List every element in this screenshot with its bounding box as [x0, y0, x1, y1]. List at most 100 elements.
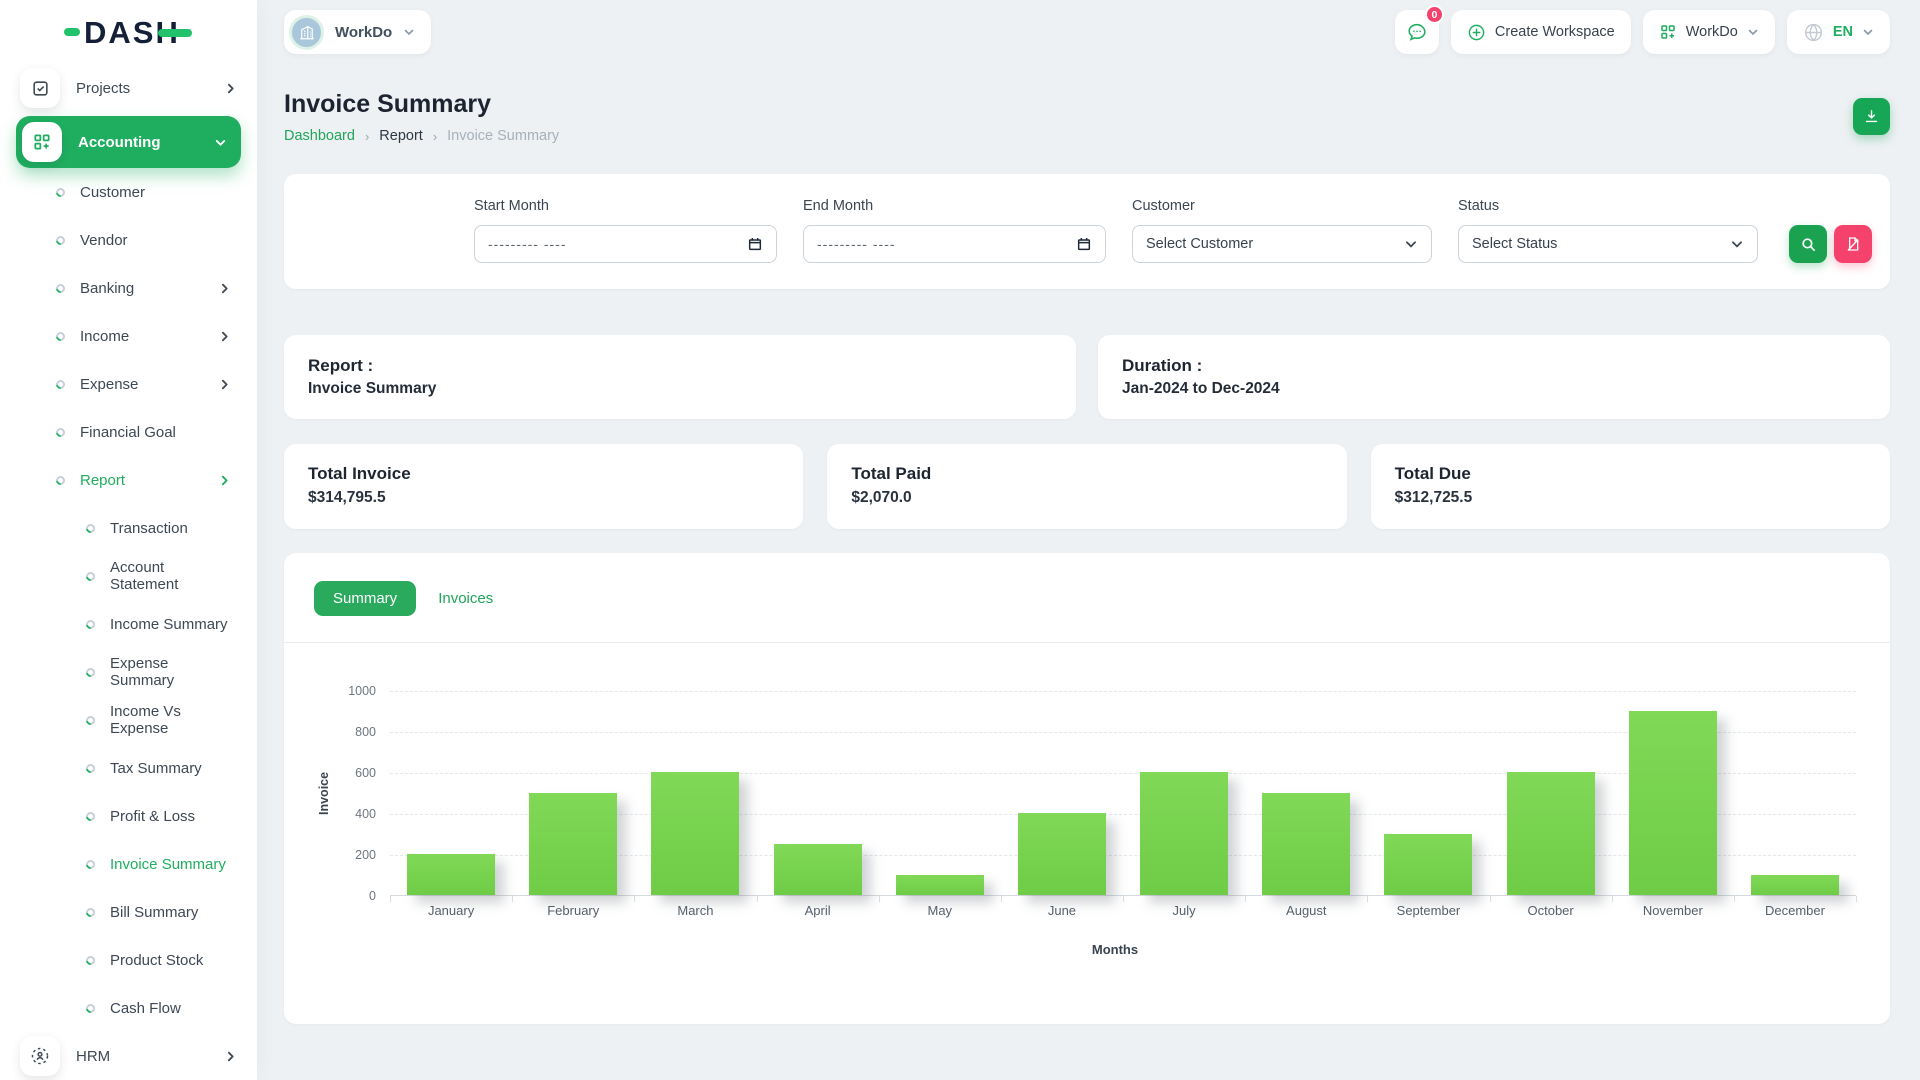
start-month-input[interactable]: --------- ---- — [474, 225, 777, 263]
y-tick-label: 1000 — [348, 684, 376, 698]
sidebar-item-tax-summary[interactable]: Tax Summary — [0, 744, 257, 792]
account-menu[interactable]: WorkDo — [1643, 10, 1775, 54]
bar-december[interactable] — [1751, 875, 1839, 896]
total-invoice-value: $314,795.5 — [308, 489, 779, 507]
sidebar-item-account-statement[interactable]: Account Statement — [0, 552, 257, 600]
filter-buttons — [1789, 225, 1872, 263]
bar-february[interactable] — [529, 793, 617, 896]
customer-select[interactable]: Select Customer — [1132, 225, 1432, 263]
chart-plot-wrap: 02004006008001000 JanuaryFebruaryMarchAp… — [334, 691, 1860, 896]
apply-filter-button[interactable] — [1789, 225, 1827, 263]
tabs-divider — [284, 642, 1890, 643]
chart-tabs: Summary Invoices — [314, 581, 1860, 616]
x-tick-label: March — [634, 903, 756, 918]
bar-may[interactable] — [896, 875, 984, 896]
sidebar-item-report[interactable]: Report — [0, 456, 257, 504]
sidebar-item-expense[interactable]: Expense — [0, 360, 257, 408]
stats-row: Total Invoice $314,795.5 Total Paid $2,0… — [284, 444, 1890, 529]
bar-january[interactable] — [407, 854, 495, 895]
breadcrumb-invoice-summary: Invoice Summary — [447, 128, 559, 144]
chart-column-june — [1001, 691, 1123, 895]
sidebar-item-profit-loss[interactable]: Profit & Loss — [0, 792, 257, 840]
bar-august[interactable] — [1262, 793, 1350, 896]
breadcrumb-dashboard[interactable]: Dashboard — [284, 128, 355, 144]
bar-september[interactable] — [1384, 834, 1472, 896]
sidebar-item-transaction[interactable]: Transaction — [0, 504, 257, 552]
sidebar-item-banking[interactable]: Banking — [0, 264, 257, 312]
sidebar-item-label: Expense Summary — [110, 655, 231, 689]
top-bar: WorkDo 0 Create Workspace — [284, 0, 1890, 64]
chart-column-april — [757, 691, 879, 895]
sidebar-item-label: Accounting — [78, 134, 161, 151]
tab-summary[interactable]: Summary — [314, 581, 416, 616]
sidebar-item-projects[interactable]: Projects — [0, 64, 257, 112]
grid-plus-icon — [1659, 23, 1677, 41]
breadcrumb-report[interactable]: Report — [379, 128, 423, 144]
chart-x-axis-title: Months — [314, 942, 1860, 957]
chevron-right-icon — [218, 474, 231, 487]
customer-label: Customer — [1132, 198, 1432, 214]
plus-circle-icon — [1467, 23, 1486, 42]
sidebar-item-financial-goal[interactable]: Financial Goal — [0, 408, 257, 456]
workspace-avatar — [289, 15, 324, 50]
language-label: EN — [1833, 24, 1853, 40]
breadcrumb-separator: › — [433, 129, 437, 144]
reset-filter-button[interactable] — [1834, 225, 1872, 263]
chevron-right-icon — [224, 82, 237, 95]
sidebar-item-bill-summary[interactable]: Bill Summary — [0, 888, 257, 936]
bullet-icon — [84, 618, 97, 631]
search-icon — [1800, 236, 1817, 253]
create-workspace-button[interactable]: Create Workspace — [1451, 10, 1631, 54]
chart-column-september — [1367, 691, 1489, 895]
duration-card: Duration : Jan-2024 to Dec-2024 — [1098, 335, 1890, 419]
x-tick-label: August — [1245, 903, 1367, 918]
sidebar-item-customer[interactable]: Customer — [0, 168, 257, 216]
sidebar-item-label: Projects — [76, 80, 130, 97]
sidebar-item-label: Customer — [80, 184, 145, 201]
bar-april[interactable] — [774, 844, 862, 895]
bullet-icon — [84, 762, 97, 775]
y-tick-label: 400 — [355, 807, 376, 821]
workspace-selector[interactable]: WorkDo — [284, 10, 431, 54]
y-tick-label: 800 — [355, 725, 376, 739]
bar-july[interactable] — [1140, 772, 1228, 895]
x-tick-label: June — [1001, 903, 1123, 918]
bar-november[interactable] — [1629, 711, 1717, 896]
language-selector[interactable]: EN — [1787, 10, 1890, 54]
sidebar-item-cash-flow[interactable]: Cash Flow — [0, 984, 257, 1032]
sidebar-item-invoice-summary[interactable]: Invoice Summary — [0, 840, 257, 888]
chevron-right-icon — [224, 1050, 237, 1063]
sidebar-item-product-stock[interactable]: Product Stock — [0, 936, 257, 984]
invoice-chart: Invoice 02004006008001000 JanuaryFebruar… — [314, 691, 1860, 896]
bar-october[interactable] — [1507, 772, 1595, 895]
chart-column-december — [1734, 691, 1856, 895]
chat-bubble-icon — [1406, 21, 1428, 43]
sidebar-item-vendor[interactable]: Vendor — [0, 216, 257, 264]
app-logo[interactable]: DASH — [0, 0, 257, 64]
bar-june[interactable] — [1018, 813, 1106, 895]
sidebar-item-label: Invoice Summary — [110, 856, 226, 873]
sidebar-item-hrm[interactable]: HRM — [0, 1032, 257, 1080]
status-select[interactable]: Select Status — [1458, 225, 1758, 263]
sidebar-item-expense-summary[interactable]: Expense Summary — [0, 648, 257, 696]
end-month-input[interactable]: --------- ---- — [803, 225, 1106, 263]
bullet-icon — [54, 282, 67, 295]
bar-march[interactable] — [651, 772, 739, 895]
chart-plot — [390, 691, 1856, 896]
sidebar-item-label: HRM — [76, 1048, 110, 1065]
chart-column-october — [1490, 691, 1612, 895]
sidebar-item-income-vs-expense[interactable]: Income Vs Expense — [0, 696, 257, 744]
calendar-icon — [747, 236, 763, 252]
download-button[interactable] — [1853, 98, 1890, 135]
total-due-card: Total Due $312,725.5 — [1371, 444, 1890, 529]
x-tick-label: February — [512, 903, 634, 918]
hrm-icon-tile — [20, 1036, 60, 1076]
grid-plus-icon — [32, 132, 52, 152]
sidebar-item-accounting[interactable]: Accounting — [16, 116, 241, 168]
tab-invoices[interactable]: Invoices — [438, 590, 493, 607]
sidebar-item-income[interactable]: Income — [0, 312, 257, 360]
sidebar-item-income-summary[interactable]: Income Summary — [0, 600, 257, 648]
start-month-placeholder: --------- ---- — [488, 236, 567, 252]
x-tick-label: December — [1734, 903, 1856, 918]
messenger-button[interactable]: 0 — [1395, 10, 1439, 54]
